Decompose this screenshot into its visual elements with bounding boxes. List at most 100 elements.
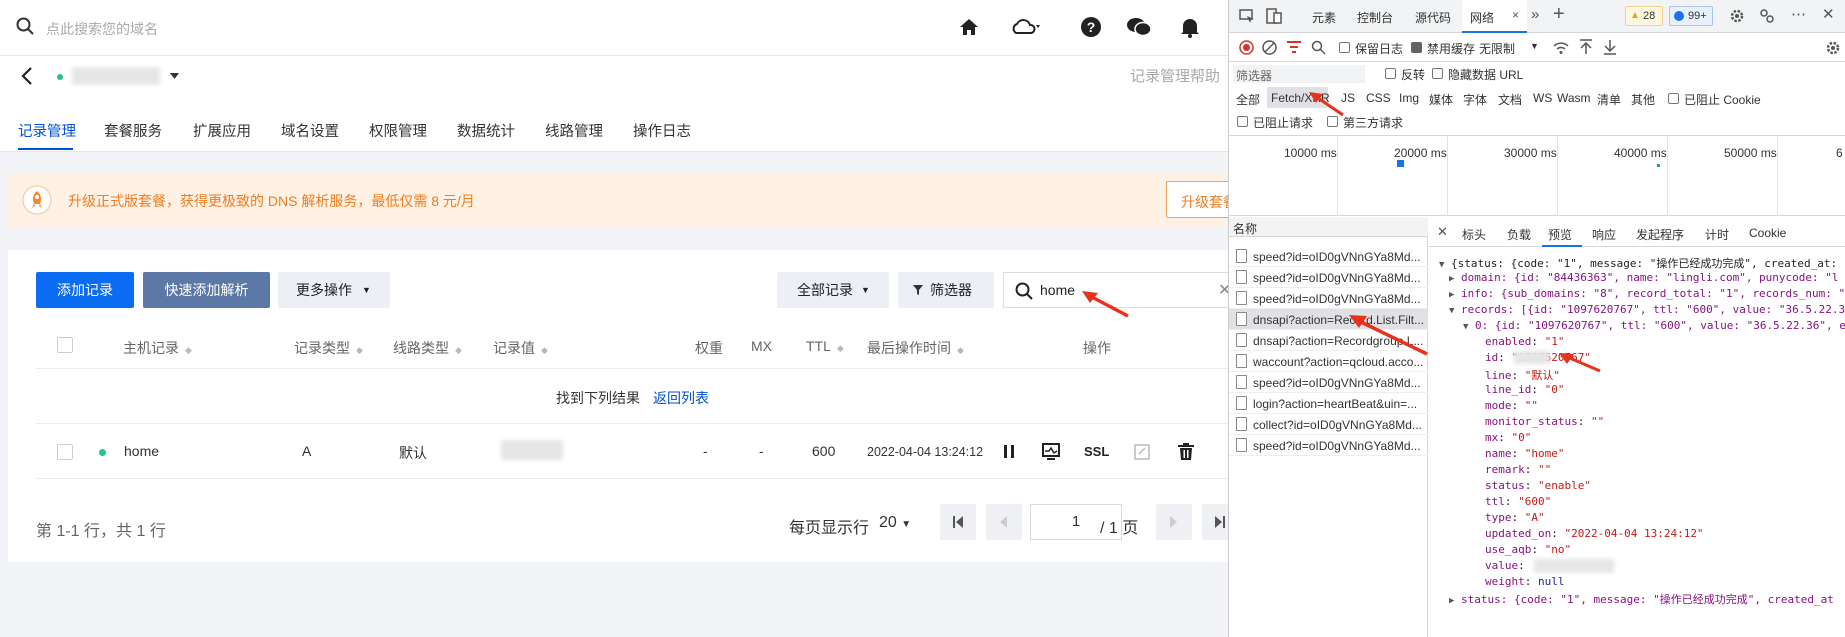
col-type[interactable]: 记录类型 ◆ bbox=[294, 338, 363, 358]
network-conditions-icon[interactable] bbox=[1553, 41, 1569, 55]
more-tabs-icon[interactable]: » bbox=[1531, 6, 1539, 23]
import-har-icon[interactable] bbox=[1579, 39, 1593, 55]
monitor-icon[interactable] bbox=[1042, 443, 1060, 460]
filter-input[interactable]: 筛选器 bbox=[1233, 65, 1365, 83]
detail-tab-cookie[interactable]: Cookie bbox=[1749, 226, 1786, 240]
json-record-0[interactable]: ▼ 0: {id: "1097620767", ttl: "600", valu… bbox=[1463, 319, 1845, 332]
json-info[interactable]: ▶ info: {sub_domains: "8", record_total:… bbox=[1449, 287, 1845, 300]
bell-icon[interactable] bbox=[1180, 16, 1200, 38]
request-item[interactable]: speed?id=oID0gVNnGYa8Md... bbox=[1229, 435, 1428, 456]
type-media[interactable]: 媒体 bbox=[1429, 91, 1453, 108]
close-icon[interactable]: × bbox=[1512, 8, 1519, 22]
device-toolbar-icon[interactable] bbox=[1266, 8, 1282, 24]
tab-extensions[interactable]: 扩展应用 bbox=[193, 120, 251, 141]
json-status[interactable]: ▶ status: {code: "1", message: "操作已经成功完成… bbox=[1449, 591, 1834, 607]
tab-lines[interactable]: 线路管理 bbox=[545, 120, 603, 141]
detail-tab-timing[interactable]: 计时 bbox=[1705, 226, 1729, 243]
export-har-icon[interactable] bbox=[1603, 39, 1617, 55]
detail-tab-response[interactable]: 响应 bbox=[1592, 226, 1616, 243]
third-party-checkbox[interactable] bbox=[1327, 116, 1338, 127]
wechat-icon[interactable] bbox=[1126, 16, 1152, 38]
settings-gear-icon[interactable] bbox=[1729, 8, 1745, 24]
type-font[interactable]: 字体 bbox=[1463, 91, 1487, 108]
last-page-button[interactable] bbox=[1202, 504, 1228, 540]
request-item[interactable]: speed?id=oID0gVNnGYa8Md... bbox=[1229, 372, 1428, 393]
col-line[interactable]: 线路类型 ◆ bbox=[393, 338, 462, 358]
preserve-log-checkbox[interactable] bbox=[1339, 42, 1350, 53]
network-settings-icon[interactable] bbox=[1825, 40, 1841, 56]
domain-search-input[interactable]: 点此搜索您的域名 bbox=[46, 19, 158, 39]
tab-package[interactable]: 套餐服务 bbox=[104, 120, 162, 141]
pause-icon[interactable] bbox=[1003, 445, 1015, 458]
name-column-header[interactable]: 名称 bbox=[1229, 217, 1428, 237]
first-page-button[interactable] bbox=[940, 504, 976, 540]
devtools-tab-network[interactable]: 网络 × bbox=[1462, 0, 1527, 33]
type-fetch-xhr[interactable]: Fetch/XHR bbox=[1267, 87, 1330, 108]
hide-data-urls-checkbox[interactable] bbox=[1432, 68, 1443, 79]
record-search-input[interactable]: ✕ bbox=[1003, 272, 1228, 308]
invert-checkbox[interactable] bbox=[1385, 68, 1396, 79]
devtools-tab-sources[interactable]: 源代码 bbox=[1415, 9, 1451, 26]
tab-statistics[interactable]: 数据统计 bbox=[457, 120, 515, 141]
ssl-button[interactable]: SSL bbox=[1084, 444, 1109, 459]
type-other[interactable]: 其他 bbox=[1631, 91, 1655, 108]
search-icon[interactable] bbox=[16, 17, 34, 35]
edit-icon[interactable] bbox=[1134, 443, 1150, 460]
record-icon[interactable] bbox=[1239, 40, 1254, 55]
search-icon[interactable] bbox=[1311, 40, 1326, 55]
request-item[interactable]: collect?id=oID0gVNnGYa8Md... bbox=[1229, 414, 1428, 435]
devtools-tab-elements[interactable]: 元素 bbox=[1312, 9, 1336, 26]
detail-tab-payload[interactable]: 负载 bbox=[1507, 226, 1531, 243]
tab-records[interactable]: 记录管理 bbox=[18, 120, 76, 141]
type-wasm[interactable]: Wasm bbox=[1557, 91, 1591, 105]
more-actions-button[interactable]: 更多操作 ▼ bbox=[278, 272, 390, 308]
tab-domain-settings[interactable]: 域名设置 bbox=[281, 120, 339, 141]
col-host[interactable]: 主机记录 ◆ bbox=[123, 338, 192, 358]
more-options-icon[interactable]: ⋯ bbox=[1791, 5, 1806, 23]
request-item[interactable]: login?action=heartBeat&uin=... bbox=[1229, 393, 1428, 414]
cloud-menu-icon[interactable] bbox=[1010, 16, 1044, 38]
back-arrow-icon[interactable] bbox=[20, 66, 34, 86]
json-root[interactable]: ▼ {status: {code: "1", message: "操作已经成功完… bbox=[1439, 255, 1837, 271]
select-all-checkbox[interactable] bbox=[57, 337, 73, 353]
warnings-badge[interactable]: ▲ 28 bbox=[1625, 6, 1663, 26]
clear-icon[interactable]: ✕ bbox=[1218, 280, 1228, 300]
add-record-button[interactable]: 添加记录 bbox=[36, 272, 134, 308]
request-item[interactable]: waccount?action=qcloud.acco... bbox=[1229, 351, 1428, 372]
type-all[interactable]: 全部 bbox=[1236, 91, 1260, 108]
request-item[interactable]: speed?id=oID0gVNnGYa8Md... bbox=[1229, 267, 1428, 288]
devtools-tab-console[interactable]: 控制台 bbox=[1357, 9, 1393, 26]
type-ws[interactable]: WS bbox=[1533, 91, 1552, 105]
help-link[interactable]: 记录管理帮助 bbox=[1130, 65, 1220, 86]
type-css[interactable]: CSS bbox=[1366, 91, 1391, 105]
col-ttl[interactable]: TTL ◆ bbox=[806, 338, 844, 354]
disable-cache-checkbox[interactable] bbox=[1411, 42, 1422, 53]
json-records[interactable]: ▼ records: [{id: "1097620767", ttl: "600… bbox=[1449, 303, 1845, 316]
help-icon[interactable]: ? bbox=[1080, 16, 1102, 38]
json-domain[interactable]: ▶ domain: {id: "84436363", name: "lingli… bbox=[1449, 271, 1839, 284]
request-item[interactable]: dnsapi?action=Recordgroup.L... bbox=[1229, 330, 1428, 351]
close-detail-icon[interactable]: ✕ bbox=[1437, 224, 1448, 240]
home-icon[interactable] bbox=[958, 16, 980, 38]
detail-tab-headers[interactable]: 标头 bbox=[1462, 226, 1486, 243]
type-img[interactable]: Img bbox=[1399, 91, 1419, 105]
quick-add-button[interactable]: 快速添加解析 bbox=[143, 272, 270, 308]
blocked-cookies-checkbox[interactable] bbox=[1668, 93, 1679, 104]
filter-icon[interactable] bbox=[1287, 41, 1301, 53]
throttle-select[interactable]: 无限制 bbox=[1479, 40, 1515, 57]
type-js[interactable]: JS bbox=[1341, 91, 1355, 105]
remote-devices-icon[interactable] bbox=[1759, 8, 1775, 24]
type-doc[interactable]: 文档 bbox=[1498, 91, 1522, 108]
row-checkbox[interactable] bbox=[57, 444, 73, 460]
back-to-list-link[interactable]: 返回列表 bbox=[653, 388, 709, 408]
inspect-element-icon[interactable] bbox=[1239, 9, 1255, 23]
messages-badge[interactable]: 99+ bbox=[1669, 6, 1713, 26]
detail-tab-initiator[interactable]: 发起程序 bbox=[1636, 226, 1684, 243]
close-devtools-icon[interactable]: ✕ bbox=[1822, 5, 1835, 23]
prev-page-button[interactable] bbox=[986, 504, 1022, 540]
col-time[interactable]: 最后操作时间 ◆ bbox=[867, 338, 964, 358]
tab-permissions[interactable]: 权限管理 bbox=[369, 120, 427, 141]
request-item[interactable]: speed?id=oID0gVNnGYa8Md... bbox=[1229, 288, 1428, 309]
upgrade-button[interactable]: 升级套餐 bbox=[1166, 181, 1228, 218]
next-page-button[interactable] bbox=[1156, 504, 1192, 540]
